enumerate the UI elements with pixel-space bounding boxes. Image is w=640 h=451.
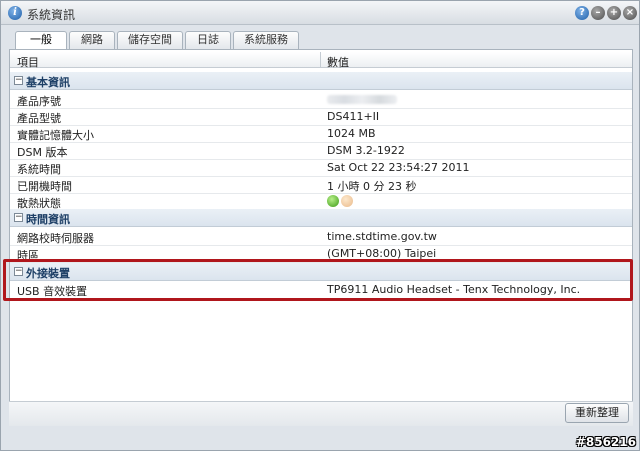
serial-value-redacted xyxy=(327,93,397,107)
info-grid: 項目 數值 − 基本資訊 產品序號 產品型號 DS411+II 實體記憶體大小 … xyxy=(9,50,633,426)
column-divider[interactable] xyxy=(320,52,321,68)
row-value: Sat Oct 22 23:54:27 2011 xyxy=(327,161,470,174)
minimize-button[interactable]: – xyxy=(591,6,605,20)
refresh-button[interactable]: 重新整理 xyxy=(565,403,629,423)
info-icon: i xyxy=(8,6,22,20)
group-title: 時間資訊 xyxy=(26,213,70,226)
tab-bar: 一般 網路 儲存空間 日誌 系統服務 xyxy=(9,31,629,50)
group-basic-info[interactable]: − 基本資訊 xyxy=(10,72,632,90)
tab-services[interactable]: 系統服務 xyxy=(233,31,299,49)
help-button[interactable]: ? xyxy=(575,6,589,20)
footer-bar xyxy=(9,401,633,426)
column-header-item[interactable]: 項目 xyxy=(17,54,39,70)
tab-log[interactable]: 日誌 xyxy=(185,31,231,49)
thermal-status xyxy=(327,195,355,208)
close-button[interactable]: × xyxy=(623,6,637,20)
tab-network[interactable]: 網路 xyxy=(69,31,115,49)
status-warning-icon xyxy=(341,195,353,207)
row-value: DSM 3.2-1922 xyxy=(327,144,405,157)
row-value: time.stdtime.gov.tw xyxy=(327,230,437,243)
watermark: #856216 xyxy=(575,435,636,449)
title-bar[interactable]: i 系統資訊 ? – + × xyxy=(1,1,639,25)
column-header-value[interactable]: 數值 xyxy=(327,54,349,70)
collapse-icon[interactable]: − xyxy=(14,76,23,85)
system-info-window: i 系統資訊 ? – + × 一般 網路 儲存空間 日誌 系統服務 項目 數值 … xyxy=(0,0,640,451)
row-value: DS411+II xyxy=(327,110,380,123)
group-title: 基本資訊 xyxy=(26,76,70,89)
group-time-info[interactable]: − 時間資訊 xyxy=(10,209,632,227)
maximize-button[interactable]: + xyxy=(607,6,621,20)
tab-general[interactable]: 一般 xyxy=(15,31,67,50)
tab-storage[interactable]: 儲存空間 xyxy=(117,31,183,49)
collapse-icon[interactable]: − xyxy=(14,213,23,222)
grid-header: 項目 數值 xyxy=(10,52,632,70)
status-ok-icon xyxy=(327,195,339,207)
annotation-highlight-box xyxy=(3,259,633,301)
window-title: 系統資訊 xyxy=(27,8,76,22)
row-value: 1024 MB xyxy=(327,127,376,140)
